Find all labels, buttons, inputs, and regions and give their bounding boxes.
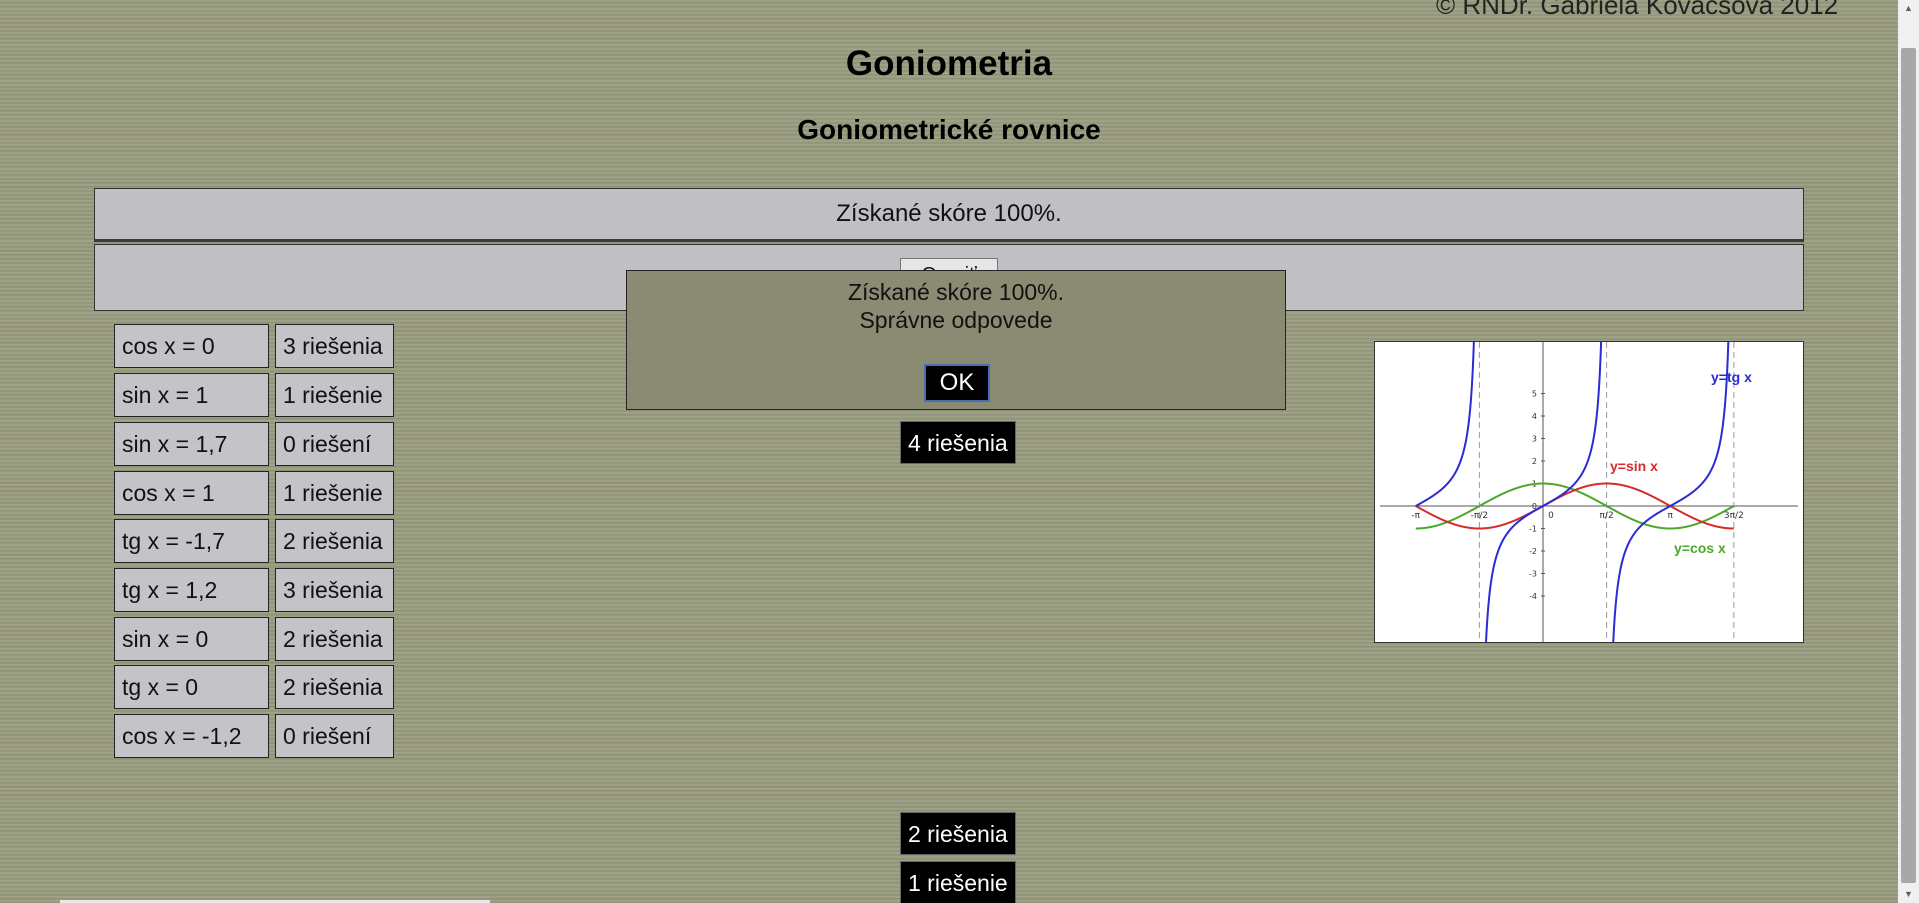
page-subtitle: Goniometrické rovnice — [797, 114, 1101, 145]
equation-label: cos x = 1 — [114, 471, 269, 515]
dialog-score-text: Získané skóre 100%. — [847, 279, 1065, 305]
y-tick-label: 4 — [1532, 412, 1537, 421]
draggable-answer[interactable]: 1 riešenie — [900, 861, 1016, 903]
answer-slot[interactable]: 0 riešení — [275, 422, 394, 466]
cos-label: y=cos x — [1674, 540, 1726, 556]
x-tick-label: -π — [1411, 511, 1420, 521]
trig-graph-svg: -π -π/2 0 π/2 π 3π/2 543210-1-2-3-4 y=tg x y=… — [1380, 332, 1798, 651]
y-tick-label: -3 — [1529, 570, 1537, 579]
scrollbar-thumb[interactable] — [1901, 48, 1916, 883]
sin-label: y=sin x — [1610, 458, 1658, 474]
x-tick-label: -π/2 — [1471, 511, 1488, 521]
scroll-down-icon[interactable]: ▼ — [1898, 886, 1919, 903]
y-tick-label: 3 — [1532, 435, 1537, 444]
trig-graph: -π -π/2 0 π/2 π 3π/2 5 4 3 2 1 0 -1 -2 -3 -4 y=tg x y=… — [1374, 332, 1804, 651]
answer-slot[interactable]: 2 riešenia — [275, 617, 394, 661]
x-tick-label: π/2 — [1600, 511, 1614, 521]
x-tick-label: π — [1668, 511, 1674, 521]
answer-slot[interactable]: 3 riešenia — [275, 568, 394, 612]
asymptote-lines — [1478, 342, 1735, 642]
y-tick-label: 2 — [1532, 457, 1537, 466]
equation-label: cos x = -1,2 — [114, 714, 269, 758]
answer-slot[interactable]: 2 riešenia — [275, 665, 394, 709]
answer-slot[interactable]: 1 riešenie — [275, 471, 394, 515]
equation-label: sin x = 1 — [114, 373, 269, 417]
answer-slot[interactable]: 0 riešení — [275, 714, 394, 758]
page-title: Goniometria — [845, 44, 1053, 83]
result-dialog: Získané skóre 100%. Správne odpovede OK — [626, 270, 1286, 410]
scrollbar[interactable]: ▲ ▼ — [1898, 0, 1919, 903]
answer-slot[interactable]: 3 riešenia — [275, 324, 394, 368]
scroll-up-icon[interactable]: ▲ — [1898, 0, 1919, 17]
answer-slot[interactable]: 1 riešenie — [275, 373, 394, 417]
y-tick-label: 5 — [1532, 390, 1537, 399]
equation-label: tg x = -1,7 — [114, 519, 269, 563]
equation-label: sin x = 0 — [114, 617, 269, 661]
y-tick-label: -1 — [1529, 525, 1537, 534]
y-tick-label: -4 — [1529, 592, 1537, 601]
copyright-text: © RNDr. Gabriela Kovácsová 2012 — [1436, 0, 1839, 20]
draggable-answer[interactable]: 2 riešenia — [900, 812, 1016, 855]
answer-slot[interactable]: 2 riešenia — [275, 519, 394, 563]
equation-label: tg x = 0 — [114, 665, 269, 709]
tg-label: y=tg x — [1711, 369, 1752, 385]
score-bar: Získané skóre 100%. — [94, 188, 1804, 242]
equation-label: cos x = 0 — [114, 324, 269, 368]
ok-button[interactable]: OK — [924, 364, 990, 402]
x-tick-label: 0 — [1548, 511, 1554, 521]
equation-label: sin x = 1,7 — [114, 422, 269, 466]
x-tick-label: 3π/2 — [1724, 511, 1744, 521]
dialog-message: Správne odpovede — [859, 307, 1053, 333]
equation-label: tg x = 1,2 — [114, 568, 269, 612]
draggable-answer[interactable]: 4 riešenia — [900, 421, 1016, 464]
y-tick-label: -2 — [1529, 547, 1537, 556]
